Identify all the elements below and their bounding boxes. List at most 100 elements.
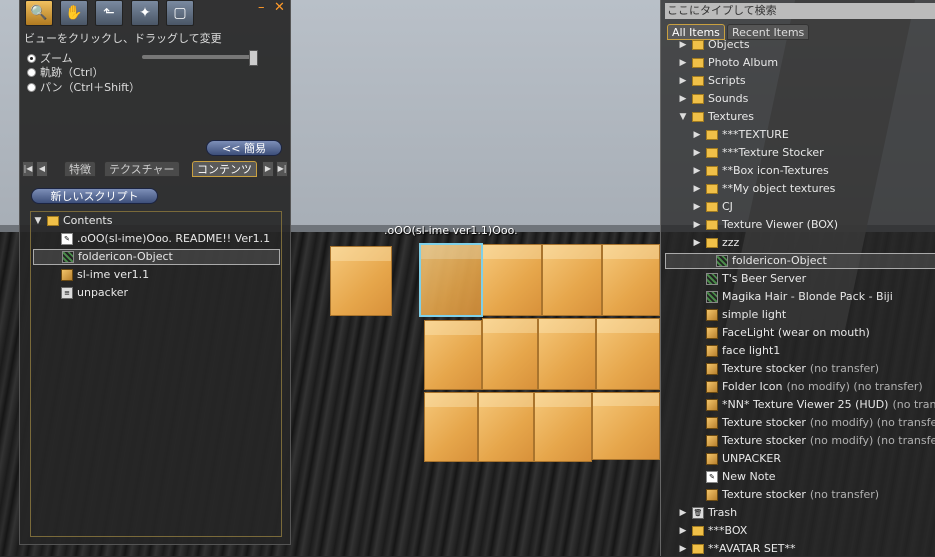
- inventory-item[interactable]: ▶ **AVATAR SET**: [678, 541, 796, 557]
- inventory-item[interactable]: ▶ Objects: [678, 37, 750, 53]
- list-item[interactable]: ✎ .oOO(sl-ime)Ooo. README!! Ver1.1: [61, 231, 270, 247]
- expand-arrow-icon[interactable]: ▶: [678, 73, 688, 89]
- prim-box[interactable]: [424, 392, 478, 462]
- simple-mode-button[interactable]: << 簡易: [206, 140, 282, 156]
- folder-icon: [706, 202, 718, 212]
- inventory-item[interactable]: ▶ Texture Viewer (BOX): [692, 217, 839, 233]
- expand-arrow-icon[interactable]: ▶: [692, 217, 702, 233]
- land-icon[interactable]: ▢: [166, 0, 194, 26]
- magic-wand-icon[interactable]: ✦: [131, 0, 159, 26]
- pointer-icon[interactable]: ⬑: [95, 0, 123, 26]
- inventory-item[interactable]: ▶ CJ: [692, 199, 733, 215]
- list-item[interactable]: sl-ime ver1.1: [61, 267, 149, 283]
- inventory-item[interactable]: ▶ 🗑 Trash: [678, 505, 737, 521]
- inventory-item[interactable]: ▶ Photo Album: [678, 55, 779, 71]
- item-label: CJ: [722, 200, 733, 213]
- expand-arrow-icon[interactable]: ▶: [692, 127, 702, 143]
- expand-arrow-icon[interactable]: ▶: [678, 541, 688, 557]
- tab-first-icon[interactable]: |◀: [22, 161, 34, 177]
- inventory-item[interactable]: ▶ **My object textures: [692, 181, 836, 197]
- inventory-item[interactable]: face light1: [692, 343, 780, 359]
- object-icon: [61, 269, 73, 281]
- prim-box[interactable]: [596, 318, 660, 390]
- expand-arrow-icon[interactable]: ▶: [692, 163, 702, 179]
- prim-box[interactable]: [478, 392, 534, 462]
- item-label: sl-ime ver1.1: [77, 268, 150, 281]
- inventory-item[interactable]: T's Beer Server: [692, 271, 806, 287]
- folder-icon: [692, 40, 704, 50]
- expand-arrow-icon[interactable]: ▶: [692, 235, 702, 251]
- tab-next-icon[interactable]: ▶: [262, 161, 274, 177]
- radio-orbit[interactable]: 軌跡（Ctrl）: [27, 64, 104, 80]
- item-label: Scripts: [708, 74, 746, 87]
- inventory-item[interactable]: simple light: [692, 307, 786, 323]
- zoom-slider[interactable]: [142, 50, 258, 66]
- tab-prev-icon[interactable]: ◀: [36, 161, 48, 177]
- inventory-item[interactable]: ▶ ***Texture Stocker: [692, 145, 824, 161]
- prim-box[interactable]: [602, 244, 660, 316]
- expand-arrow-icon[interactable]: ▶: [678, 505, 688, 521]
- script-icon: ≡: [61, 287, 73, 299]
- prim-box[interactable]: [534, 392, 592, 462]
- collapse-arrow-icon[interactable]: ▼: [33, 213, 43, 229]
- item-label: foldericon-Object: [78, 250, 173, 263]
- grab-hand-icon[interactable]: ✋: [60, 0, 88, 26]
- minimize-button[interactable]: –: [258, 0, 265, 15]
- collapse-arrow-icon[interactable]: ▼: [678, 109, 688, 125]
- prim-box[interactable]: [330, 246, 392, 316]
- list-item[interactable]: foldericon-Object: [33, 249, 280, 265]
- prim-box[interactable]: [592, 392, 660, 460]
- inventory-item[interactable]: ▶ Scripts: [678, 73, 746, 89]
- new-script-button[interactable]: 新しいスクリプト: [31, 188, 158, 204]
- inventory-item[interactable]: *NN* Texture Viewer 25 (HUD)(no transfer…: [692, 397, 935, 413]
- inventory-item[interactable]: foldericon-Object: [665, 253, 935, 269]
- close-button[interactable]: ✕: [274, 0, 285, 15]
- expand-arrow-icon[interactable]: ▶: [692, 199, 702, 215]
- slider-handle[interactable]: [249, 50, 258, 66]
- expand-arrow-icon[interactable]: ▶: [678, 91, 688, 107]
- inventory-item[interactable]: Texture stocker (no transfer): [692, 361, 879, 377]
- radio-pan[interactable]: パン（Ctrl＋Shift）: [27, 79, 140, 95]
- tab-features[interactable]: 特徴: [64, 161, 96, 177]
- tool-hint: ビューをクリックし、ドラッグして変更: [24, 32, 222, 45]
- expand-arrow-icon[interactable]: ▶: [692, 145, 702, 161]
- prim-box[interactable]: [538, 318, 596, 390]
- inventory-item[interactable]: ▶ Sounds: [678, 91, 749, 107]
- item-label: T's Beer Server: [722, 272, 807, 285]
- inventory-item[interactable]: Texture stocker (no modify) (no transfer): [692, 433, 935, 449]
- folder-icon: [692, 112, 704, 122]
- item-label: unpacker: [77, 286, 128, 299]
- inventory-item[interactable]: ▼ Textures: [678, 109, 754, 125]
- prim-box[interactable]: [482, 244, 542, 316]
- object-icon: [706, 345, 718, 357]
- prim-box[interactable]: [542, 244, 602, 316]
- inventory-item[interactable]: ▶ ***BOX: [678, 523, 748, 539]
- tab-texture[interactable]: テクスチャー: [104, 161, 180, 177]
- expand-arrow-icon[interactable]: ▶: [678, 37, 688, 53]
- item-label: zzz: [722, 236, 740, 249]
- tab-contents[interactable]: コンテンツ: [192, 161, 257, 177]
- list-item[interactable]: ≡ unpacker: [61, 285, 128, 301]
- inventory-item[interactable]: Texture stocker (no modify) (no transfer): [692, 415, 935, 431]
- inventory-item[interactable]: FaceLight (wear on mouth): [692, 325, 870, 341]
- prim-box[interactable]: [424, 320, 482, 390]
- inventory-item[interactable]: Texture stocker (no transfer): [692, 487, 879, 503]
- expand-arrow-icon[interactable]: ▶: [678, 55, 688, 71]
- inventory-search-input[interactable]: ここにタイプして検索: [665, 3, 935, 19]
- contents-root[interactable]: ▼ Contents: [33, 213, 113, 229]
- floating-text: .oOO(sl-ime ver1.1)Ooo.: [384, 224, 518, 237]
- inventory-item[interactable]: ▶ zzz: [692, 235, 740, 251]
- inventory-item[interactable]: Magika Hair - Blonde Pack - Biji: [692, 289, 893, 305]
- tab-last-icon[interactable]: ▶|: [276, 161, 288, 177]
- item-label: Texture stocker: [722, 488, 806, 501]
- inventory-item[interactable]: ▶ ***TEXTURE: [692, 127, 789, 143]
- prim-box[interactable]: [482, 318, 538, 390]
- expand-arrow-icon[interactable]: ▶: [678, 523, 688, 539]
- expand-arrow-icon[interactable]: ▶: [692, 181, 702, 197]
- inventory-item[interactable]: UNPACKER: [692, 451, 781, 467]
- inventory-item[interactable]: ✎ New Note: [692, 469, 776, 485]
- inventory-item[interactable]: Folder Icon (no modify) (no transfer): [692, 379, 923, 395]
- folder-icon: [706, 238, 718, 248]
- inventory-item[interactable]: ▶ **Box icon-Textures: [692, 163, 829, 179]
- magnify-icon[interactable]: 🔍: [25, 0, 53, 26]
